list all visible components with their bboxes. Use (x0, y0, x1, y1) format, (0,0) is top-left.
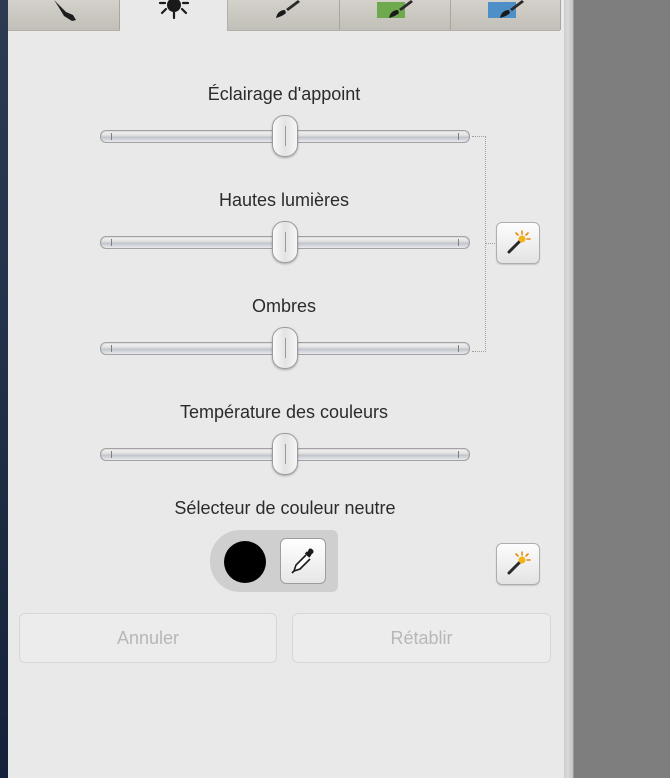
slider-group-bracket (472, 136, 486, 352)
auto-light-button[interactable] (496, 222, 540, 264)
neutral-picker-label: Sélecteur de couleur neutre (174, 498, 396, 518)
highlights-label: Hautes lumières (218, 190, 350, 210)
sun-icon (158, 0, 189, 20)
redo-button[interactable]: Rétablir (292, 613, 551, 663)
panel-edge (564, 0, 574, 778)
tab-color-green[interactable] (340, 0, 451, 30)
neutral-color-swatch[interactable] (224, 541, 266, 583)
tab-color-blue[interactable] (451, 0, 561, 30)
color-temperature-label: Température des couleurs (179, 402, 389, 422)
magic-wand-icon (507, 551, 531, 575)
tab-bar (8, 0, 561, 31)
fill-light-label: Éclairage d'appoint (207, 84, 361, 104)
eyedropper-icon (291, 548, 314, 574)
fill-light-slider[interactable] (100, 115, 470, 157)
slider-thumb[interactable] (272, 221, 298, 263)
brush-blue-icon (487, 0, 524, 18)
color-temperature-slider[interactable] (100, 433, 470, 475)
slider-thumb[interactable] (272, 433, 298, 475)
neutral-picker-group (210, 530, 338, 592)
tab-tools[interactable] (8, 0, 120, 30)
wrench-icon (53, 0, 76, 21)
auto-neutral-button[interactable] (496, 543, 540, 585)
tab-retouch[interactable] (228, 0, 340, 30)
cancel-button[interactable]: Annuler (19, 613, 277, 663)
eyedropper-button[interactable] (280, 538, 326, 584)
magic-wand-icon (507, 230, 531, 254)
shadows-slider[interactable] (100, 327, 470, 369)
background-window-edge (0, 0, 8, 778)
highlights-slider[interactable] (100, 221, 470, 263)
slider-thumb[interactable] (272, 327, 298, 369)
tab-light[interactable] (120, 0, 228, 31)
slider-thumb[interactable] (272, 115, 298, 157)
brush-icon (275, 0, 300, 18)
bracket-connector (485, 243, 495, 244)
brush-green-icon (377, 0, 413, 18)
shadows-label: Ombres (251, 296, 316, 316)
